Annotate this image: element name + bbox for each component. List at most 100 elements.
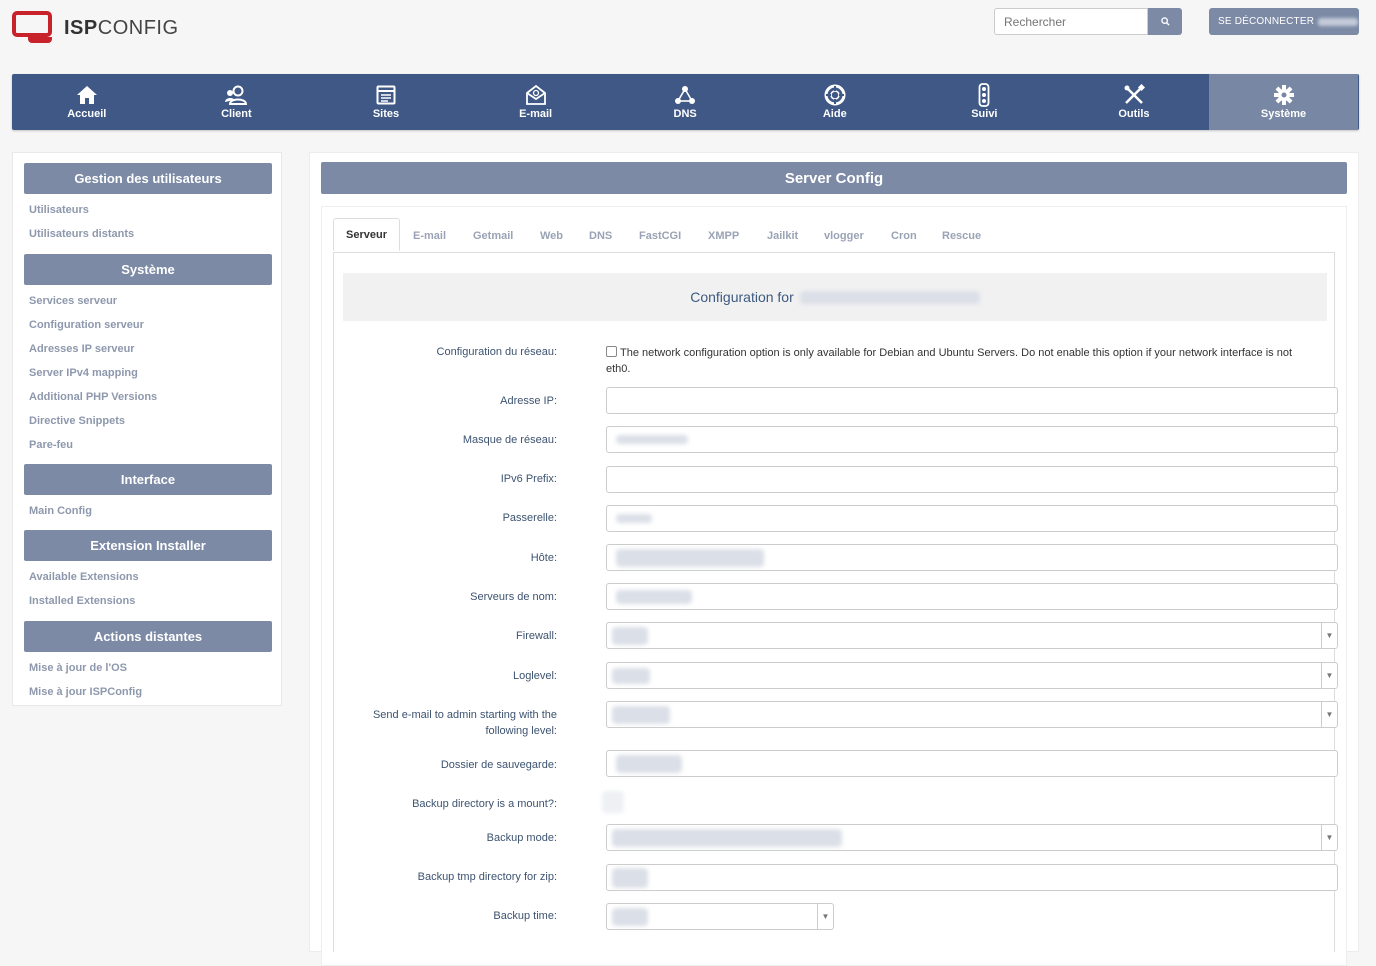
tab-cron[interactable]: Cron: [891, 220, 917, 252]
redacted-backup-mount: [602, 791, 624, 813]
nav-label: Système: [1260, 108, 1307, 120]
nav-label: Sites: [372, 108, 400, 120]
nav-label: E-mail: [519, 108, 553, 120]
firewall-label: Firewall:: [516, 630, 557, 642]
search-button[interactable]: [1148, 8, 1182, 35]
config-heading-text: Configuration for: [690, 289, 794, 305]
sidebar-heading-interface: Interface: [24, 464, 272, 495]
redacted-backup-mode-value: [612, 828, 842, 847]
ipv6-prefix-input[interactable]: [606, 466, 1338, 493]
redacted-firewall-value: [612, 626, 648, 645]
nav-client[interactable]: Client: [162, 74, 312, 130]
nav-email[interactable]: E-mail: [461, 74, 611, 130]
sidebar-link-mise-a-jour-ispconfig[interactable]: Mise à jour ISPConfig: [29, 686, 142, 698]
sidebar-link-available-extensions[interactable]: Available Extensions: [29, 571, 139, 583]
redacted-backup-time-value: [612, 907, 648, 926]
netmask-input[interactable]: [606, 426, 1338, 453]
redacted-server-name: [799, 290, 980, 304]
nav-dns[interactable]: DNS: [610, 74, 760, 130]
redacted-loglevel-value: [612, 667, 650, 684]
tab-vlogger[interactable]: vlogger: [824, 220, 864, 252]
chevron-down-icon: ▼: [1321, 623, 1337, 648]
search-box: [994, 8, 1182, 35]
sidebar-link-configuration-serveur[interactable]: Configuration serveur: [29, 319, 144, 331]
tab-area: Serveur E-mail Getmail Web DNS FastCGI X…: [321, 206, 1347, 966]
ipv6-prefix-label: IPv6 Prefix:: [500, 473, 557, 485]
tab-serveur[interactable]: Serveur: [333, 218, 400, 251]
search-icon: [1160, 17, 1170, 26]
users-icon: [224, 84, 248, 106]
sidebar-link-utilisateurs-distants[interactable]: Utilisateurs distants: [29, 228, 134, 240]
loglevel-select[interactable]: ▼: [606, 662, 1338, 689]
sidebar-link-mise-a-jour-os[interactable]: Mise à jour de l'OS: [29, 662, 127, 674]
nav-label: DNS: [673, 108, 697, 120]
tab-email[interactable]: E-mail: [413, 220, 446, 252]
tab-web[interactable]: Web: [540, 220, 563, 252]
backup-dir-input[interactable]: [606, 750, 1338, 777]
sidebar-link-utilisateurs[interactable]: Utilisateurs: [29, 204, 89, 216]
nav-outils[interactable]: Outils: [1059, 74, 1209, 130]
logout-label: SE DÉCONNECTER: [1218, 16, 1315, 27]
logo-mark: [12, 11, 58, 45]
admin-mail-level-label: Send e-mail to admin starting with the f…: [372, 709, 557, 737]
logout-button[interactable]: SE DÉCONNECTER: [1209, 8, 1359, 35]
nav-label: Suivi: [971, 108, 998, 120]
chevron-down-icon: ▼: [1321, 702, 1337, 727]
sidebar-heading-extension-installer: Extension Installer: [24, 530, 272, 561]
nav-aide[interactable]: Aide: [760, 74, 910, 130]
backup-tmp-input[interactable]: [606, 864, 1338, 891]
backup-tmp-label: Backup tmp directory for zip:: [417, 871, 557, 883]
nameservers-label: Serveurs de nom:: [470, 591, 557, 603]
nav-sites[interactable]: Sites: [311, 74, 461, 130]
tab-fastcgi[interactable]: FastCGI: [639, 220, 681, 252]
firewall-select[interactable]: ▼: [606, 622, 1338, 649]
redacted-hostname: [616, 548, 764, 567]
home-icon: [76, 84, 98, 106]
gateway-input[interactable]: [606, 505, 1338, 532]
nameservers-input[interactable]: [606, 583, 1338, 610]
main-nav: Accueil Client Sites E-mail DNS Aide Sui…: [12, 74, 1359, 130]
sidebar-link-main-config[interactable]: Main Config: [29, 505, 92, 517]
sidebar-link-pare-feu[interactable]: Pare-feu: [29, 439, 73, 451]
ispconfig-logo[interactable]: ISPCONFIG: [12, 11, 179, 45]
sidebar-link-php-versions[interactable]: Additional PHP Versions: [29, 391, 157, 403]
envelope-icon: [525, 84, 547, 106]
host-label: Hôte:: [530, 552, 557, 564]
tab-rescue[interactable]: Rescue: [942, 220, 981, 252]
network-config-checkbox[interactable]: [606, 346, 617, 357]
sidebar-link-services-serveur[interactable]: Services serveur: [29, 295, 117, 307]
sidebar-link-adresses-ip[interactable]: Adresses IP serveur: [29, 343, 135, 355]
backup-time-select[interactable]: ▼: [606, 903, 834, 930]
sidebar-link-directive-snippets[interactable]: Directive Snippets: [29, 415, 125, 427]
chevron-down-icon: ▼: [1321, 825, 1337, 850]
hostname-input[interactable]: [606, 544, 1338, 571]
backup-mount-checkbox[interactable]: [602, 791, 624, 813]
chevron-down-icon: ▼: [817, 904, 833, 929]
sidebar: Gestion des utilisateurs Utilisateurs Ut…: [12, 152, 282, 706]
nav-accueil[interactable]: Accueil: [12, 74, 162, 130]
tab-bar: Serveur E-mail Getmail Web DNS FastCGI X…: [333, 218, 1335, 253]
nav-label: Aide: [822, 108, 847, 120]
tab-xmpp[interactable]: XMPP: [708, 220, 739, 252]
tab-jailkit[interactable]: Jailkit: [767, 220, 798, 252]
chevron-down-icon: ▼: [1321, 663, 1337, 688]
admin-mail-level-select[interactable]: ▼: [606, 701, 1338, 728]
sidebar-link-installed-extensions[interactable]: Installed Extensions: [29, 595, 135, 607]
gear-icon: [1273, 84, 1295, 106]
nav-suivi[interactable]: Suivi: [910, 74, 1060, 130]
tools-icon: [1123, 84, 1145, 106]
tab-getmail[interactable]: Getmail: [473, 220, 513, 252]
backup-mode-select[interactable]: ▼: [606, 824, 1338, 851]
redacted-backup-tmp: [612, 867, 648, 888]
sidebar-heading-systeme: Système: [24, 254, 272, 285]
network-icon: [674, 84, 696, 106]
sidebar-link-ipv4-mapping[interactable]: Server IPv4 mapping: [29, 367, 138, 379]
search-input[interactable]: [994, 8, 1148, 35]
tab-dns[interactable]: DNS: [589, 220, 612, 252]
nav-systeme[interactable]: Système: [1208, 74, 1359, 130]
netmask-label: Masque de réseau:: [462, 434, 557, 446]
redacted-backup-dir: [616, 754, 682, 773]
ip-address-input[interactable]: [606, 387, 1338, 414]
backup-mode-label: Backup mode:: [486, 832, 557, 844]
network-config-label: Configuration du réseau:: [436, 346, 557, 358]
